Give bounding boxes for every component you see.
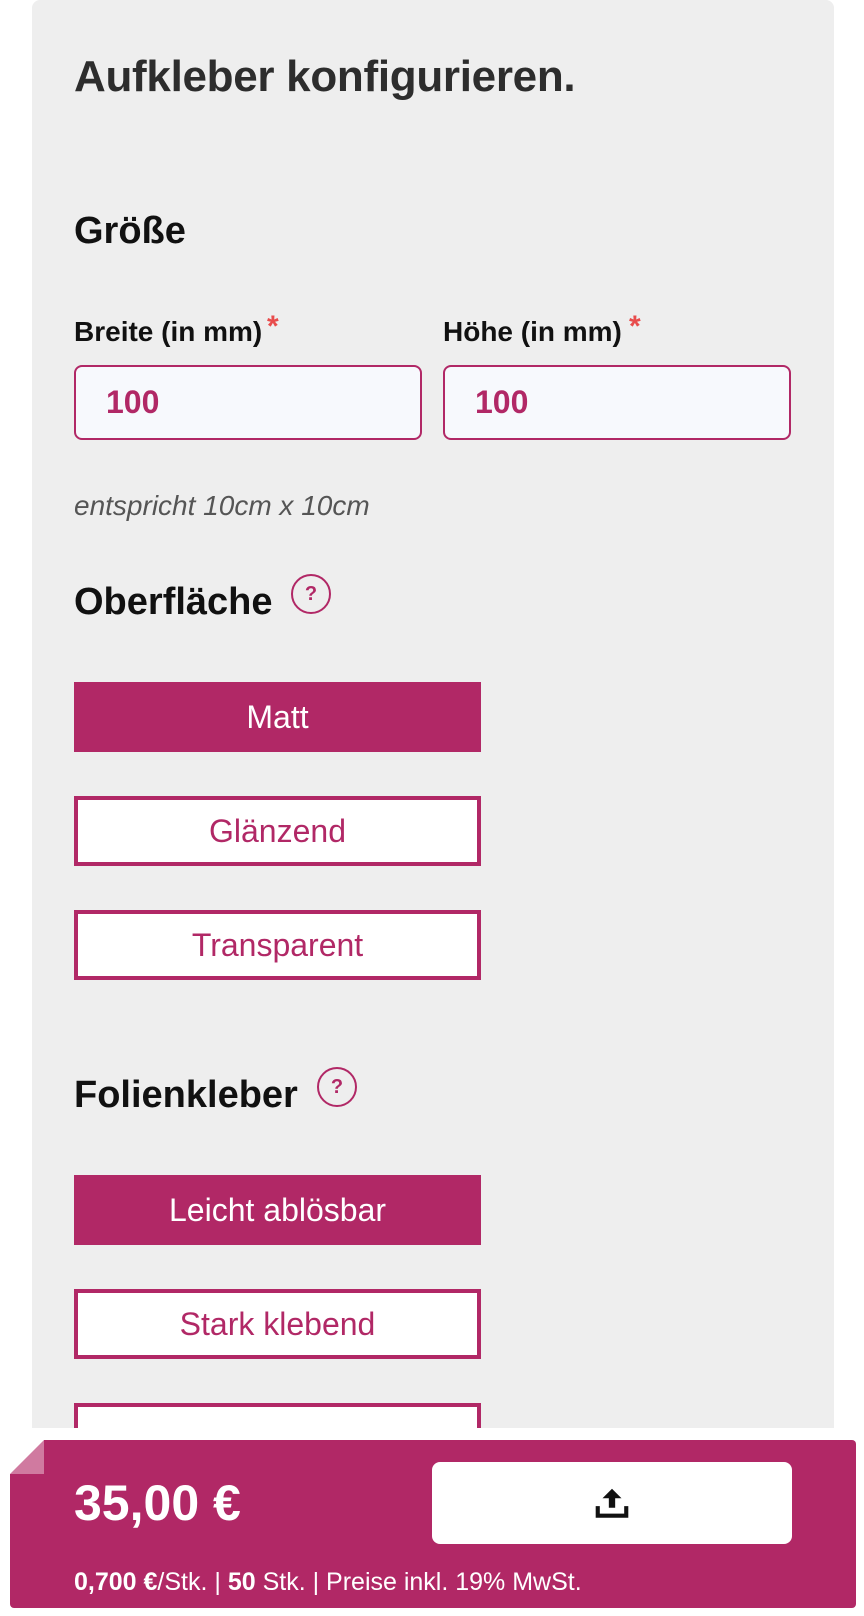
total-price: 35,00 € [74, 1475, 241, 1531]
unit-price: 0,700 € [74, 1568, 158, 1596]
width-required-marker: * [267, 310, 279, 343]
surface-option-matt[interactable]: Matt [74, 682, 481, 752]
adhesive-option-strong[interactable]: Stark klebend [74, 1289, 481, 1359]
adhesive-section-title: Folienkleber [74, 1074, 298, 1116]
size-hint: entspricht 10cm x 10cm [74, 490, 370, 521]
height-label: Höhe (in mm) [443, 316, 622, 347]
height-required-marker: * [629, 310, 641, 343]
page-title: Aufkleber konfigurieren. [74, 52, 576, 101]
adhesive-option-removable[interactable]: Leicht ablösbar [74, 1175, 481, 1245]
surface-help-icon[interactable]: ? [291, 574, 331, 614]
sticker-corner-fold [10, 1440, 44, 1474]
size-section-title: Größe [74, 210, 186, 252]
surface-option-glossy[interactable]: Glänzend [74, 796, 481, 866]
adhesive-help-icon[interactable]: ? [317, 1067, 357, 1107]
width-input[interactable]: 100 [74, 365, 422, 440]
upload-button[interactable] [432, 1462, 792, 1544]
unit-suffix: /Stk. | [157, 1568, 228, 1596]
quantity: 50 [227, 1568, 256, 1596]
upload-icon [595, 1488, 629, 1518]
quantity-suffix: Stk. | Preise inkl. 19% MwSt. [255, 1568, 582, 1596]
price-details: 0,700 €/Stk. | 50 Stk. | Preise inkl. 19… [74, 1568, 582, 1597]
width-label: Breite (in mm) [74, 316, 263, 347]
surface-section-title: Oberfläche [74, 581, 273, 623]
height-input[interactable]: 100 [443, 365, 791, 440]
surface-option-transparent[interactable]: Transparent [74, 910, 481, 980]
